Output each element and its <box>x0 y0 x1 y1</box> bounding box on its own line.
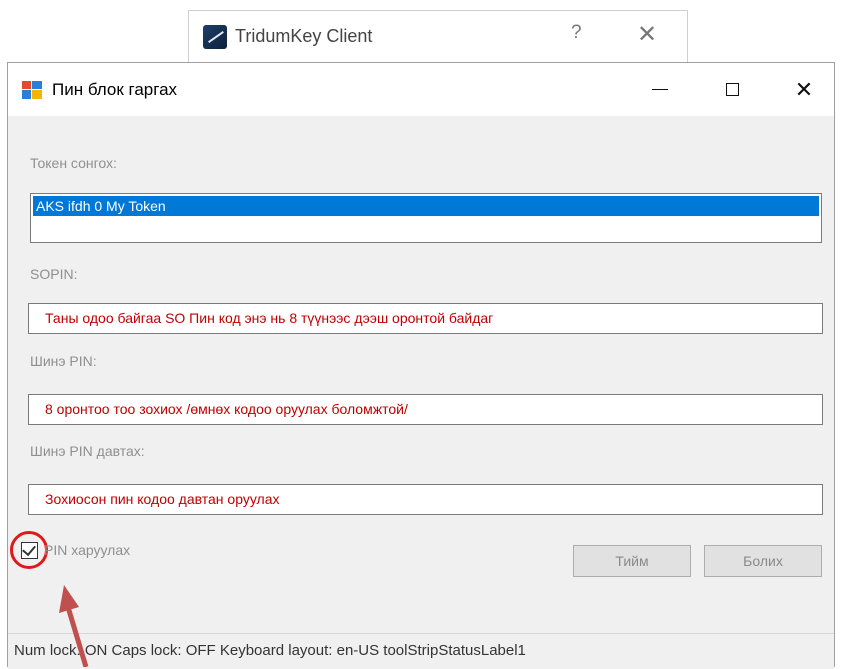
token-label: Токен сонгох: <box>30 155 117 171</box>
new-pin-input-hint: 8 оронтоо тоо зохиох /өмнөх кодоо оруула… <box>45 401 408 417</box>
dialog-app-icon <box>22 81 42 99</box>
maximize-icon <box>725 83 739 96</box>
close-icon: ✕ <box>794 76 814 102</box>
close-button[interactable]: ✕ <box>774 63 834 116</box>
new-pin-label: Шинэ PIN: <box>30 353 97 369</box>
minimize-button[interactable] <box>630 63 690 116</box>
dialog-titlebar: Пин блок гаргах ✕ <box>8 63 834 116</box>
status-bar: Num lock: ON Caps lock: OFF Keyboard lay… <box>8 633 834 669</box>
token-list-item[interactable]: AKS ifdh 0 My Token <box>33 196 819 216</box>
cancel-button[interactable]: Болих <box>704 545 822 577</box>
annotation-arrow-shaft <box>65 606 89 667</box>
tridumkey-app-icon <box>203 25 227 49</box>
maximize-button[interactable] <box>702 63 762 116</box>
repeat-pin-input-hint: Зохиосон пин кодоо давтан оруулах <box>45 491 280 507</box>
pin-unblock-dialog: Пин блок гаргах ✕ Токен сонгох: AKS ifdh… <box>7 62 835 669</box>
close-icon[interactable]: ✕ <box>637 20 657 49</box>
annotation-arrow-head <box>59 585 79 613</box>
help-icon[interactable]: ? <box>571 22 582 44</box>
repeat-pin-label: Шинэ PIN давтах: <box>30 443 145 459</box>
annotation-arrow <box>59 585 89 667</box>
tridumkey-window-title: TridumKey Client <box>235 26 373 46</box>
new-pin-input[interactable]: 8 оронтоо тоо зохиох /өмнөх кодоо оруула… <box>28 394 823 425</box>
sopin-input[interactable]: Таны одоо байгаа SO Пин код энэ нь 8 түү… <box>28 303 823 334</box>
tridumkey-client-window: TridumKey Client ? ✕ <box>188 10 688 66</box>
dialog-title: Пин блок гаргах <box>52 80 178 99</box>
ok-button[interactable]: Тийм <box>573 545 691 577</box>
token-listbox[interactable]: AKS ifdh 0 My Token <box>30 193 822 243</box>
sopin-input-hint: Таны одоо байгаа SO Пин код энэ нь 8 түү… <box>45 310 494 326</box>
annotation-highlight-circle <box>10 531 48 569</box>
repeat-pin-input[interactable]: Зохиосон пин кодоо давтан оруулах <box>28 484 823 515</box>
minimize-icon <box>652 89 668 90</box>
sopin-label: SOPIN: <box>30 266 78 282</box>
show-pin-label[interactable]: PIN харуулах <box>44 542 130 558</box>
